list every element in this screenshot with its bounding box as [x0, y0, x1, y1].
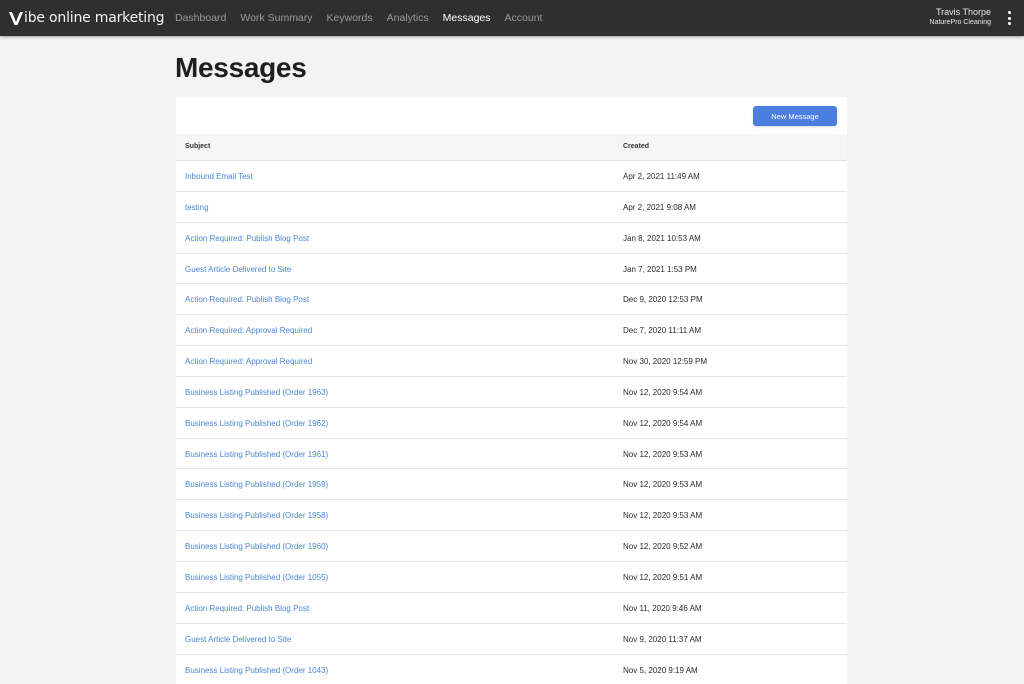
table-row[interactable]: Action Required: Publish Blog Post Dec 9,… [176, 284, 847, 316]
message-subject-link[interactable]: Action Required: Publish Blog Post [185, 295, 309, 304]
message-created-date: Apr 2, 2021 11:49 AM [623, 172, 700, 181]
table-row[interactable]: Action Required: Approval Required Dec 7,… [176, 315, 847, 347]
table-row[interactable]: Business Listing Published (Order 1055) N… [176, 562, 847, 593]
table-row[interactable]: Action Required: Publish Blog Post Jan 8,… [176, 223, 847, 254]
table-header: Subject Created [176, 134, 847, 161]
nav-analytics[interactable]: Analytics [387, 12, 429, 24]
message-subject-link[interactable]: Action Required: Approval Required [185, 326, 312, 335]
table-row[interactable]: testing Apr 2, 2021 9:08 AM [176, 192, 847, 223]
table-row[interactable]: Guest Article Delivered to Site Jan 7, 20… [176, 254, 847, 285]
user-company: NaturePro Cleaning [929, 19, 991, 26]
table-row[interactable]: Business Listing Published (Order 1043) N… [176, 655, 847, 684]
new-message-button[interactable]: New Message [753, 106, 837, 126]
table-row[interactable]: Business Listing Published (Order 1960) N… [176, 531, 847, 562]
user-name: Travis Thorpe [935, 7, 991, 17]
nav-keywords[interactable]: Keywords [327, 12, 373, 24]
message-subject-link[interactable]: Business Listing Published (Order 1960) [185, 542, 328, 551]
nav-dashboard[interactable]: Dashboard [175, 12, 226, 24]
nav-account[interactable]: Account [505, 12, 543, 24]
table-row[interactable]: Action Required: Publish Blog Post Nov 11… [176, 593, 847, 624]
table-row[interactable]: Guest Article Delivered to Site Nov 9, 20… [176, 624, 847, 655]
message-subject-link[interactable]: Business Listing Published (Order 1043) [185, 666, 328, 675]
table-row[interactable]: Business Listing Published (Order 1963) N… [176, 377, 847, 408]
message-subject-link[interactable]: Action Required: Publish Blog Post [185, 234, 309, 243]
table-row[interactable]: Business Listing Published (Order 1959) N… [176, 469, 847, 501]
messages-table-body: Inbound Email Test Apr 2, 2021 11:49 AM t… [176, 161, 847, 684]
message-created-date: Nov 12, 2020 9:54 AM [623, 387, 703, 397]
message-created-date: Nov 12, 2020 9:52 AM [623, 542, 703, 552]
message-created-date: Nov 12, 2020 9:53 AM [623, 480, 703, 490]
message-subject-link[interactable]: Business Listing Published (Order 1959) [185, 480, 328, 489]
message-subject-link[interactable]: Business Listing Published (Order 1963) [185, 388, 328, 397]
message-created-date: Jan 7, 2021 1:53 PM [623, 264, 697, 274]
brand-logo-text: ibe online marketing [24, 10, 165, 26]
nav-messages[interactable]: Messages [443, 12, 491, 24]
user-info[interactable]: Travis Thorpe NaturePro Cleaning [930, 7, 991, 28]
message-subject-link[interactable]: Guest Article Delivered to Site [185, 635, 291, 644]
message-subject-link[interactable]: testing [185, 203, 209, 212]
table-row[interactable]: Business Listing Published (Order 1961) N… [176, 439, 847, 470]
main-nav: Dashboard Work Summary Keywords Analytic… [175, 0, 556, 36]
table-row[interactable]: Business Listing Published (Order 1962) N… [176, 408, 847, 439]
kebab-dot [1007, 22, 1011, 25]
column-header-created[interactable]: Created [623, 143, 649, 150]
message-subject-link[interactable]: Business Listing Published (Order 1958) [185, 511, 328, 520]
message-created-date: Nov 12, 2020 9:54 AM [623, 418, 703, 428]
kebab-menu-icon[interactable] [1006, 11, 1012, 25]
table-row[interactable]: Action Required: Approval Required Nov 30… [176, 346, 847, 377]
message-subject-link[interactable]: Inbound Email Test [185, 172, 253, 181]
nav-work-summary[interactable]: Work Summary [240, 12, 312, 24]
top-navigation-bar: ibe online marketing Dashboard Work Summ… [0, 0, 1024, 36]
kebab-dot [1007, 16, 1011, 20]
message-created-date: Jan 8, 2021 10:53 AM [623, 233, 701, 243]
table-row[interactable]: Business Listing Published (Order 1958) N… [176, 500, 847, 532]
message-subject-link[interactable]: Business Listing Published (Order 1055) [185, 573, 328, 582]
message-created-date: Nov 12, 2020 9:53 AM [623, 449, 703, 459]
message-created-date: Nov 12, 2020 9:53 AM [623, 511, 703, 521]
message-subject-link[interactable]: Guest Article Delivered to Site [185, 265, 291, 274]
message-created-date: Dec 9, 2020 12:53 PM [623, 295, 703, 305]
message-created-date: Nov 30, 2020 12:59 PM [623, 357, 708, 367]
message-created-date: Nov 11, 2020 9:46 AM [623, 603, 702, 613]
message-created-date: Apr 2, 2021 9:08 AM [623, 202, 696, 212]
message-subject-link[interactable]: Business Listing Published (Order 1961) [185, 450, 328, 459]
message-created-date: Dec 7, 2020 11:11 AM [623, 326, 701, 336]
message-created-date: Nov 5, 2020 9:19 AM [623, 665, 698, 675]
kebab-dot [1007, 11, 1011, 14]
message-subject-link[interactable]: Action Required: Publish Blog Post [185, 604, 309, 613]
message-subject-link[interactable]: Action Required: Approval Required [185, 357, 312, 366]
message-created-date: Nov 12, 2020 9:51 AM [623, 572, 703, 582]
message-created-date: Nov 9, 2020 11:37 AM [623, 634, 702, 644]
page-title: Messages [175, 52, 307, 83]
vibe-v-logo-icon [9, 12, 23, 25]
column-header-subject[interactable]: Subject [185, 143, 210, 150]
messages-panel: New Message Subject Created Inbound Emai… [176, 97, 847, 684]
table-row[interactable]: Inbound Email Test Apr 2, 2021 11:49 AM [176, 161, 847, 192]
brand-logo[interactable]: ibe online marketing [8, 8, 165, 28]
message-subject-link[interactable]: Business Listing Published (Order 1962) [185, 419, 328, 428]
